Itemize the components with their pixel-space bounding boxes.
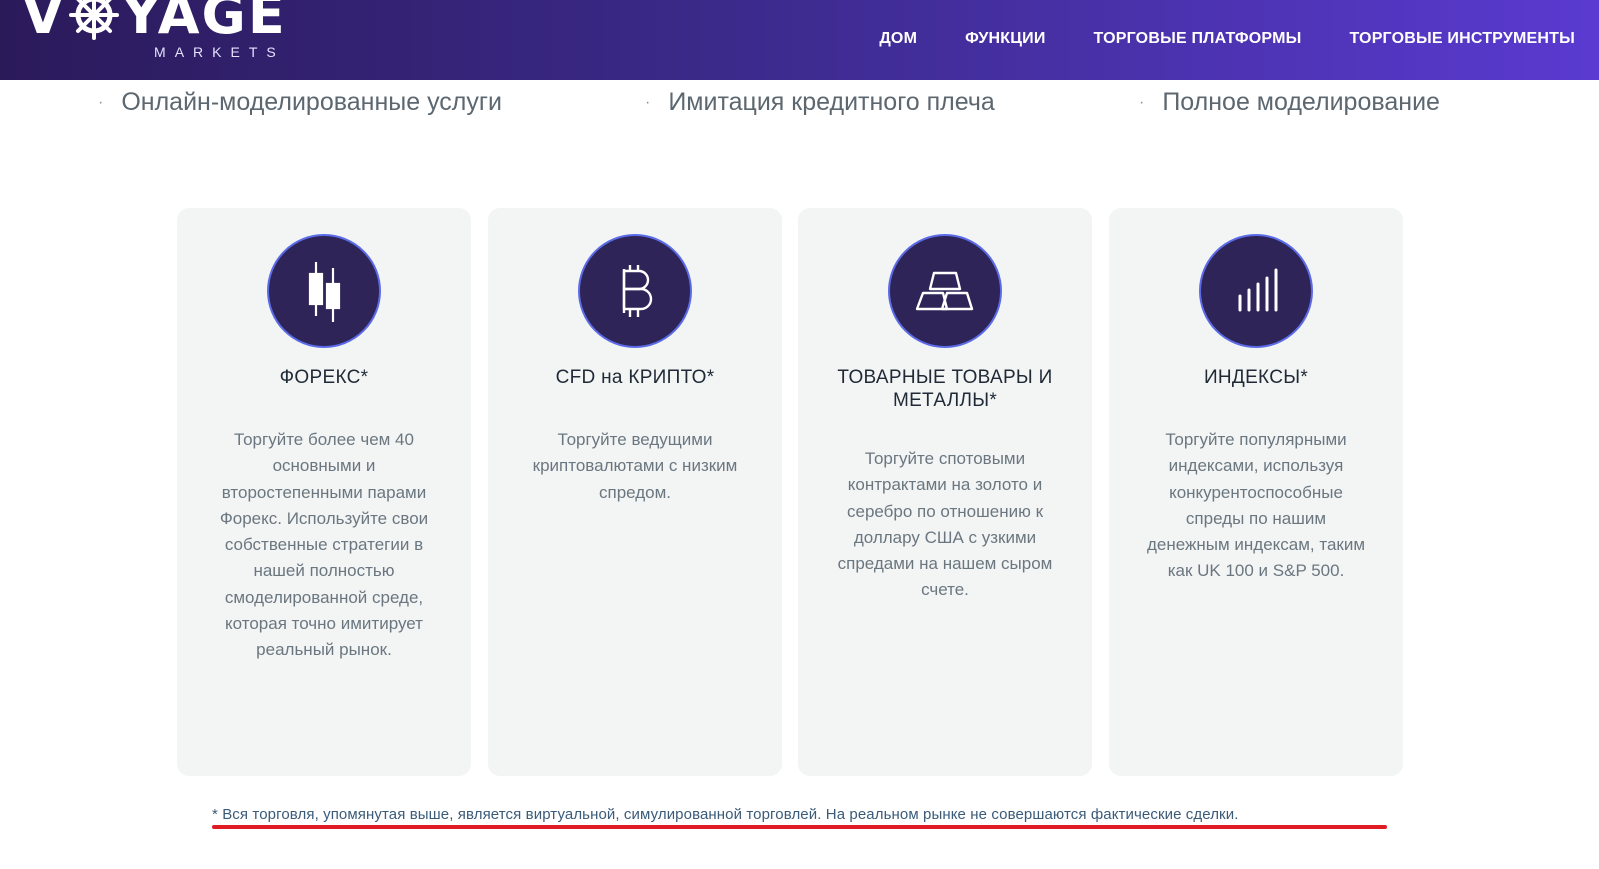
card-description: Торгуйте ведущими криптовалютами с низки… [532,430,738,502]
card-description: Торгуйте популярными индексами, использу… [1146,430,1366,581]
nav-home[interactable]: ДОМ [879,30,917,48]
icon-circle [1199,234,1313,348]
feature-item: · Онлайн-моделированные услуги [98,88,502,117]
candlestick-icon [308,262,341,322]
red-underline-annotation [212,825,1387,829]
nav-trading-instruments[interactable]: ТОРГОВЫЕ ИНСТРУМЕНТЫ [1349,30,1575,48]
bullet-icon: · [98,93,104,111]
nav-trading-platforms[interactable]: ТОРГОВЫЕ ПЛАТФОРМЫ [1094,30,1302,48]
instrument-cards: ФОРЕКС* Торгуйте более чем 40 основными … [177,208,1403,776]
card-commodities: ТОВАРНЫЕ ТОВАРЫ И МЕТАЛЛЫ* Торгуйте спот… [798,208,1092,776]
card-title: ИНДЕКСЫ* [1203,367,1309,388]
card-title: ФОРЕКС* [279,367,369,388]
disclaimer-text: * Вся торговля, упомянутая выше, являетс… [212,806,1239,823]
feature-item: · Имитация кредитного плеча [645,88,995,117]
logo-wordmark: V YAGE [22,0,287,42]
card-title: CFD на КРИПТО* [555,367,715,388]
logo-subtitle: MARKETS [154,44,285,60]
feature-label: Онлайн-моделированные услуги [121,88,502,116]
site-header: V YAGE MARKETS ДОМ ФУНКЦИИ ТОРГОВЫЕ ПЛАТ… [0,0,1599,80]
icon-circle [888,234,1002,348]
bitcoin-icon [622,265,653,317]
feature-label: Полное моделирование [1162,88,1440,116]
card-forex: ФОРЕКС* Торгуйте более чем 40 основными … [177,208,471,776]
card-description: Торгуйте более чем 40 основными и второс… [219,430,429,660]
card-title: ТОВАРНЫЕ ТОВАРЫ И МЕТАЛЛЫ* [837,367,1053,411]
card-description: Торгуйте спотовыми контрактами на золото… [837,449,1053,600]
nav-features[interactable]: ФУНКЦИИ [965,30,1045,48]
bullet-icon: · [645,93,651,111]
bar-chart-icon [1238,268,1278,312]
bullet-icon: · [1139,93,1145,111]
feature-label: Имитация кредитного плеча [668,88,995,116]
main-navigation: ДОМ ФУНКЦИИ ТОРГОВЫЕ ПЛАТФОРМЫ ТОРГОВЫЕ … [879,30,1575,48]
card-crypto: CFD на КРИПТО* Торгуйте ведущими криптов… [488,208,782,776]
feature-list: · Онлайн-моделированные услуги · Имитаци… [0,88,1599,128]
icon-circle [267,234,381,348]
card-indices: ИНДЕКСЫ* Торгуйте популярными индексами,… [1109,208,1403,776]
voyage-markets-logo[interactable]: V YAGE MARKETS [22,0,287,60]
ship-wheel-icon [68,0,119,40]
icon-circle [578,234,692,348]
feature-item: · Полное моделирование [1139,88,1440,117]
gold-bars-icon [915,271,974,311]
